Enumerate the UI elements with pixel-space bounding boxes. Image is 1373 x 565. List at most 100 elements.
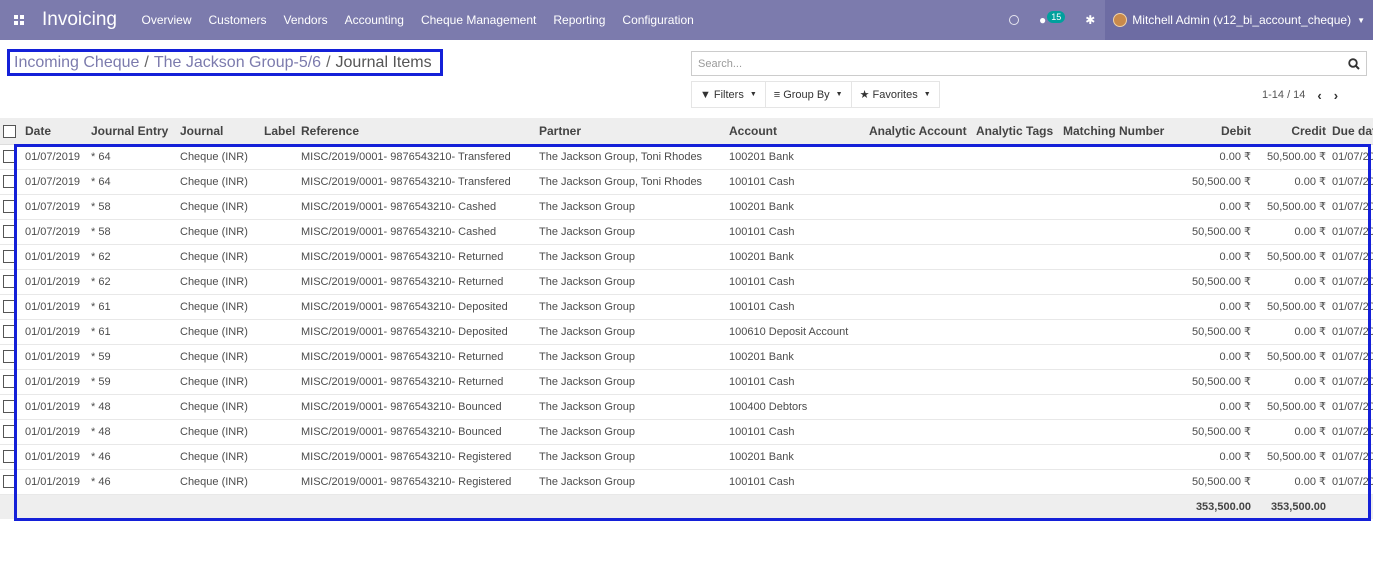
row-checkbox[interactable] (3, 350, 16, 363)
row-checkbox[interactable] (3, 400, 16, 413)
row-select-cell (0, 218, 22, 244)
row-label (261, 268, 298, 294)
row-checkbox[interactable] (3, 150, 16, 163)
table-row[interactable]: 01/01/2019 * 61 Cheque (INR) MISC/2019/0001… (0, 318, 1373, 344)
row-checkbox[interactable] (3, 375, 16, 388)
row-checkbox[interactable] (3, 475, 16, 488)
favorites-label: Favorites (872, 88, 918, 101)
filters-button[interactable]: ▼ Filters ▼ (692, 82, 766, 107)
menu-item-reporting[interactable]: Reporting (545, 0, 614, 40)
column-partner[interactable]: Partner (536, 118, 726, 145)
row-matching-number (1060, 143, 1170, 169)
chat-icon[interactable]: ● 15 (1029, 0, 1075, 40)
row-credit: 0.00 ₹ (1254, 418, 1329, 444)
caret-down-icon: ▼ (749, 91, 757, 98)
row-checkbox[interactable] (3, 200, 16, 213)
row-label (261, 468, 298, 494)
menu-item-cheque-management[interactable]: Cheque Management (412, 0, 544, 40)
table-row[interactable]: 01/07/2019 * 58 Cheque (INR) MISC/2019/0001… (0, 218, 1373, 244)
column-account[interactable]: Account (726, 118, 866, 145)
row-date: 01/01/2019 (22, 343, 88, 369)
apps-menu-icon[interactable] (0, 0, 38, 40)
row-reference: MISC/2019/0001- 9876543210- Returned (298, 243, 536, 269)
menu-item-accounting[interactable]: Accounting (336, 0, 412, 40)
row-credit: 0.00 ₹ (1254, 468, 1329, 494)
row-journal-entry: * 48 (88, 393, 177, 419)
row-checkbox[interactable] (3, 275, 16, 288)
table-row[interactable]: 01/07/2019 * 58 Cheque (INR) MISC/2019/0001… (0, 193, 1373, 219)
row-analytic-tags (973, 468, 1060, 494)
row-label (261, 343, 298, 369)
row-checkbox[interactable] (3, 450, 16, 463)
table-row[interactable]: 01/01/2019 * 62 Cheque (INR) MISC/2019/0001… (0, 243, 1373, 269)
user-menu[interactable]: Mitchell Admin (v12_bi_account_cheque) ▼ (1105, 0, 1373, 40)
column-matching-number[interactable]: Matching Number (1060, 118, 1170, 145)
row-journal-entry: * 58 (88, 218, 177, 244)
row-checkbox[interactable] (3, 300, 16, 313)
table-row[interactable]: 01/01/2019 * 48 Cheque (INR) MISC/2019/0001… (0, 393, 1373, 419)
column-analytic-tags[interactable]: Analytic Tags (973, 118, 1060, 145)
column-date[interactable]: Date (22, 118, 88, 145)
column-label[interactable]: Label (261, 118, 298, 145)
row-checkbox[interactable] (3, 325, 16, 338)
row-due-date: 01/07/2019 (1329, 318, 1373, 344)
table-row[interactable]: 01/07/2019 * 64 Cheque (INR) MISC/2019/0001… (0, 143, 1373, 169)
column-debit[interactable]: Debit (1170, 118, 1254, 145)
row-partner: The Jackson Group (536, 343, 726, 369)
menu-item-overview[interactable]: Overview (133, 0, 200, 40)
chevron-left-icon[interactable]: ‹ (1317, 88, 1321, 103)
table-row[interactable]: 01/01/2019 * 59 Cheque (INR) MISC/2019/0001… (0, 343, 1373, 369)
row-debit: 0.00 ₹ (1170, 143, 1254, 169)
table-row[interactable]: 01/07/2019 * 64 Cheque (INR) MISC/2019/0001… (0, 168, 1373, 194)
row-label (261, 218, 298, 244)
table-row[interactable]: 01/01/2019 * 46 Cheque (INR) MISC/2019/0001… (0, 443, 1373, 469)
row-debit: 0.00 ₹ (1170, 393, 1254, 419)
row-analytic-tags (973, 418, 1060, 444)
table-row[interactable]: 01/01/2019 * 48 Cheque (INR) MISC/2019/0001… (0, 418, 1373, 444)
row-checkbox[interactable] (3, 425, 16, 438)
column-due-date[interactable]: Due date (1329, 118, 1373, 145)
row-analytic-account (866, 168, 973, 194)
column-reference[interactable]: Reference (298, 118, 536, 145)
row-checkbox[interactable] (3, 175, 16, 188)
column-journal-entry[interactable]: Journal Entry (88, 118, 177, 145)
search-input[interactable] (692, 52, 1342, 75)
table-row[interactable]: 01/01/2019 * 62 Cheque (INR) MISC/2019/0001… (0, 268, 1373, 294)
column-analytic-account[interactable]: Analytic Account (866, 118, 973, 145)
row-due-date: 01/07/2019 (1329, 468, 1373, 494)
row-analytic-tags (973, 318, 1060, 344)
breadcrumb-incoming-cheque[interactable]: Incoming Cheque (14, 54, 139, 72)
menu-item-configuration[interactable]: Configuration (614, 0, 702, 40)
app-brand[interactable]: Invoicing (42, 9, 117, 31)
pager-value[interactable]: 1-14 / 14 (1262, 89, 1305, 101)
row-checkbox[interactable] (3, 225, 16, 238)
table-row[interactable]: 01/01/2019 * 46 Cheque (INR) MISC/2019/0001… (0, 468, 1373, 494)
select-all-checkbox[interactable] (3, 124, 16, 138)
table-row[interactable]: 01/01/2019 * 61 Cheque (INR) MISC/2019/0001… (0, 293, 1373, 319)
row-credit: 50,500.00 ₹ (1254, 393, 1329, 419)
activity-clock-icon[interactable] (999, 0, 1029, 40)
row-partner: The Jackson Group, Toni Rhodes (536, 168, 726, 194)
chevron-right-icon[interactable]: › (1334, 88, 1338, 103)
column-journal[interactable]: Journal (177, 118, 261, 145)
group-by-button[interactable]: ≡ Group By ▼ (766, 82, 852, 107)
row-account: 100201 Bank (726, 193, 866, 219)
row-analytic-account (866, 393, 973, 419)
row-account: 100101 Cash (726, 293, 866, 319)
row-label (261, 318, 298, 344)
row-journal: Cheque (INR) (177, 168, 261, 194)
menu-item-customers[interactable]: Customers (200, 0, 275, 40)
row-checkbox[interactable] (3, 250, 16, 263)
favorites-button[interactable]: ★ Favorites ▼ (852, 82, 939, 107)
row-matching-number (1060, 443, 1170, 469)
search-icon[interactable] (1342, 52, 1366, 75)
row-matching-number (1060, 293, 1170, 319)
bug-icon[interactable]: ✱ (1075, 0, 1105, 40)
breadcrumb-jackson-group[interactable]: The Jackson Group-5/6 (154, 54, 321, 72)
menu-item-vendors[interactable]: Vendors (275, 0, 336, 40)
row-journal: Cheque (INR) (177, 193, 261, 219)
row-select-cell (0, 168, 22, 194)
table-row[interactable]: 01/01/2019 * 59 Cheque (INR) MISC/2019/0001… (0, 368, 1373, 394)
row-account: 100400 Debtors (726, 393, 866, 419)
column-credit[interactable]: Credit (1254, 118, 1329, 145)
